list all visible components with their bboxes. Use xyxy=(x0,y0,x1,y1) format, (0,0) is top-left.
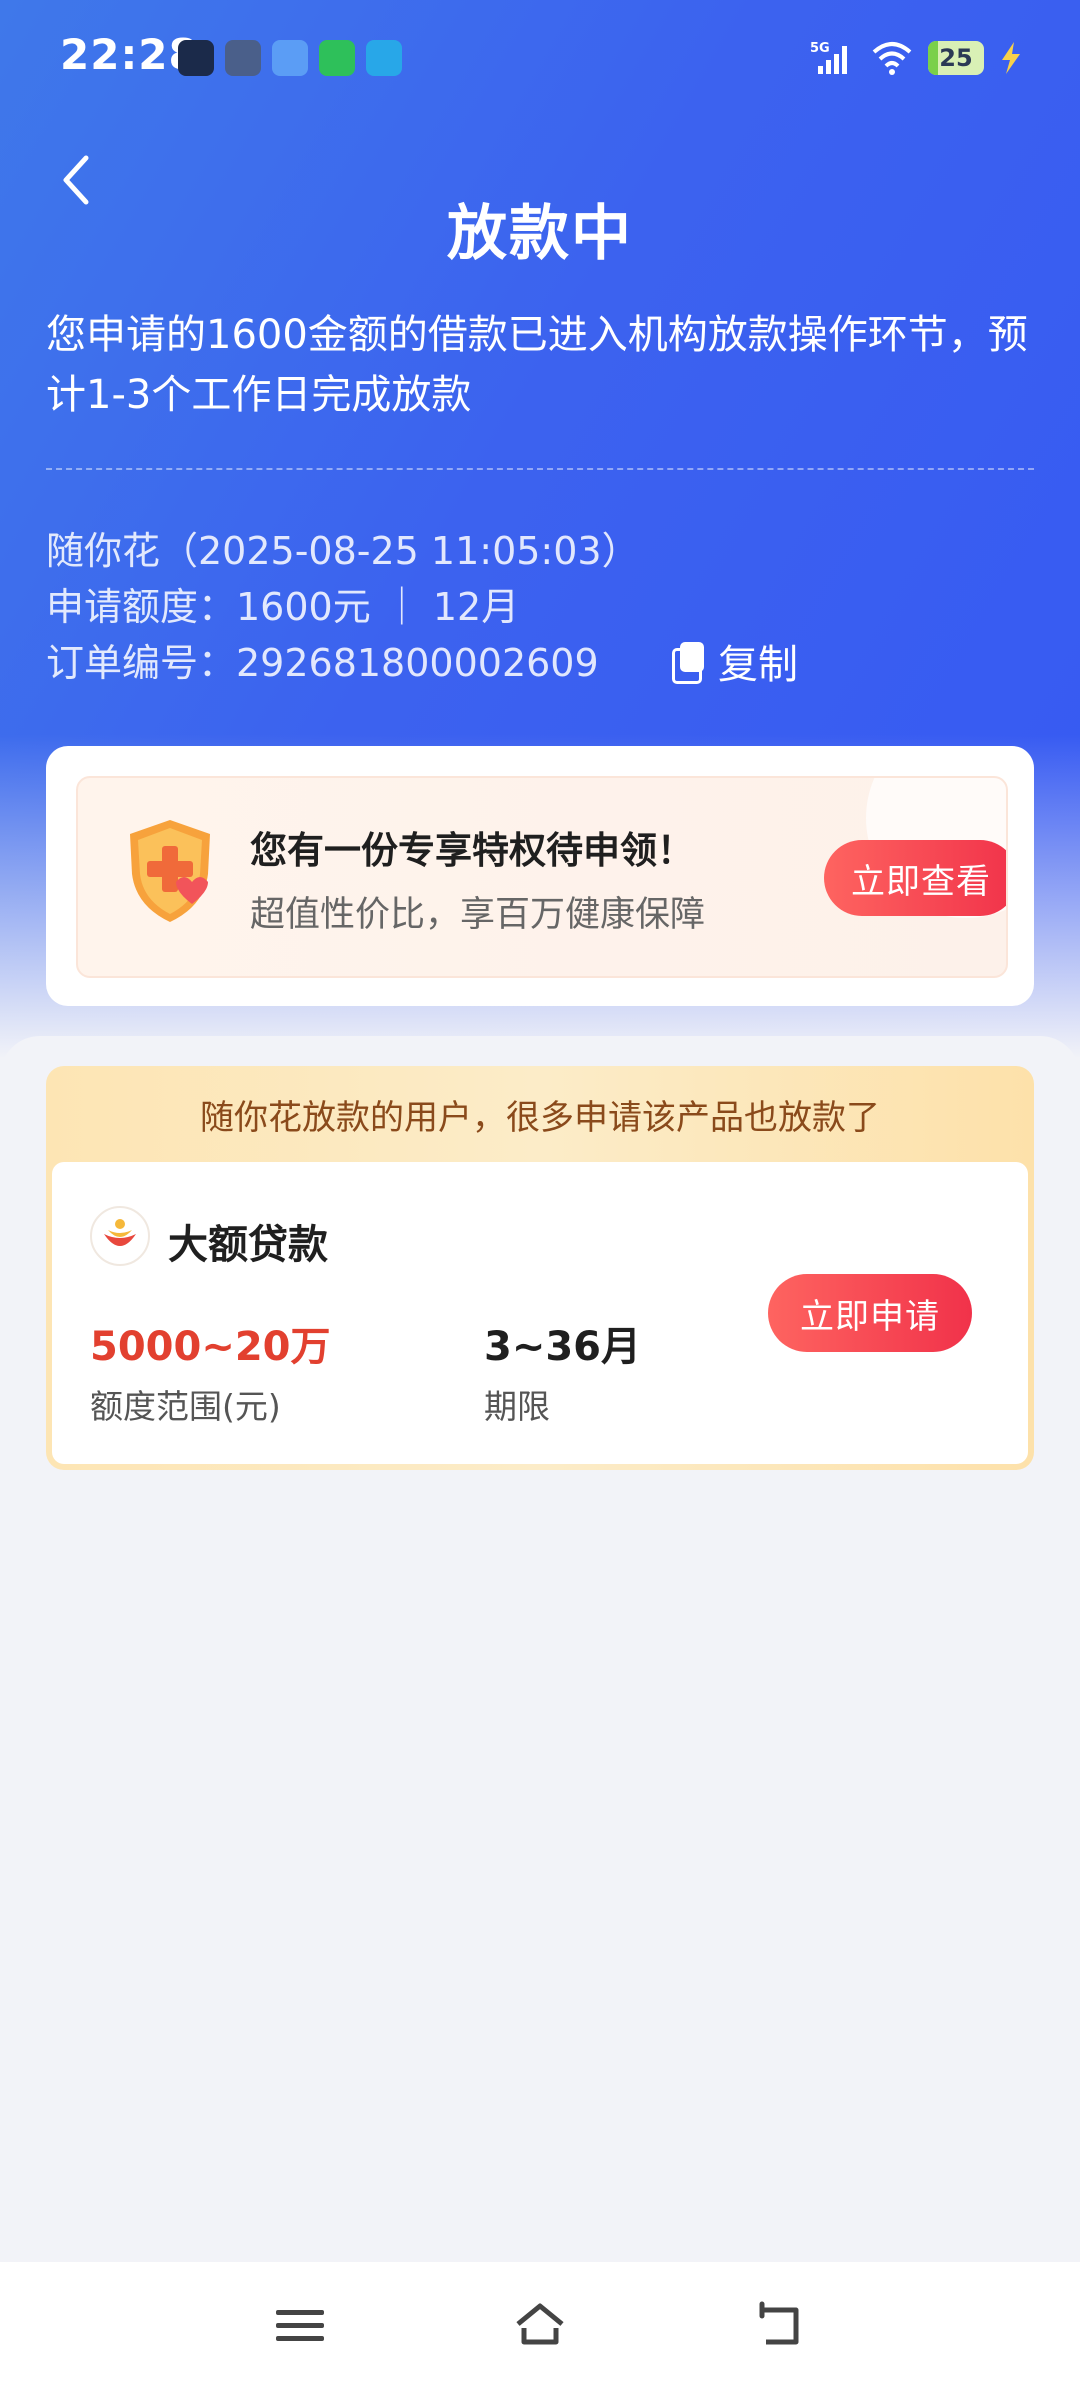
signal-icon: 5G xyxy=(810,41,847,74)
product-item[interactable]: 大额贷款 5000~20万 额度范围(元) 3~36月 期限 立即申请 xyxy=(52,1162,1028,1464)
wifi-icon xyxy=(872,42,912,75)
battery-indicator: 25 xyxy=(928,41,984,75)
amount-line: 申请额度：1600元 ｜ 12月 xyxy=(46,585,520,629)
back-nav-icon[interactable] xyxy=(752,2298,808,2352)
amount-range-label: 额度范围(元) xyxy=(90,1387,281,1426)
privilege-card: 您有一份专享特权待申领！ 超值性价比，享百万健康保障 立即查看 xyxy=(46,746,1034,1006)
phone-icon xyxy=(319,40,355,76)
battery-level: 25 xyxy=(939,44,973,72)
system-nav-bar xyxy=(0,2262,1080,2388)
page-title: 放款中 xyxy=(447,199,633,269)
network-type: 5G xyxy=(810,41,830,56)
privilege-subtitle: 超值性价比，享百万健康保障 xyxy=(250,895,706,935)
privilege-banner[interactable]: 您有一份专享特权待申领！ 超值性价比，享百万健康保障 立即查看 xyxy=(76,776,1008,978)
amount-range-value: 5000~20万 xyxy=(90,1324,331,1370)
app-icon-1 xyxy=(178,40,214,76)
app-icon-5 xyxy=(366,40,402,76)
charging-icon xyxy=(1002,42,1020,74)
divider xyxy=(46,468,1034,470)
android-icon xyxy=(225,40,261,76)
term-label: 期限 xyxy=(484,1387,550,1426)
apply-now-button[interactable]: 立即申请 xyxy=(768,1274,972,1352)
status-bar: 22:28 5G 25 xyxy=(0,0,1080,110)
term-value: 3~36月 xyxy=(484,1324,642,1370)
menu-icon[interactable] xyxy=(272,2298,328,2352)
copy-button[interactable]: 复制 xyxy=(672,632,798,690)
copy-icon xyxy=(672,642,704,684)
recommend-header: 随你花放款的用户，很多申请该产品也放款了 xyxy=(200,1097,880,1138)
home-icon[interactable] xyxy=(512,2298,568,2352)
product-date-line: 随你花（2025-08-25 11:05:03） xyxy=(46,529,640,573)
app-icon-3 xyxy=(272,40,308,76)
health-shield-icon xyxy=(130,820,210,922)
copy-label: 复制 xyxy=(718,642,798,688)
order-number-line: 订单编号：292681800002609 xyxy=(46,641,599,685)
view-now-button[interactable]: 立即查看 xyxy=(824,840,1006,916)
privilege-title: 您有一份专享特权待申领！ xyxy=(250,829,694,872)
product-name: 大额贷款 xyxy=(168,1222,328,1268)
recommend-card: 随你花放款的用户，很多申请该产品也放款了 大额贷款 5000~20万 额度范围(… xyxy=(46,1066,1034,1470)
product-logo-icon xyxy=(90,1206,150,1266)
status-description: 您申请的1600金额的借款已进入机构放款操作环节，预计1-3个工作日完成放款 xyxy=(46,312,1028,418)
